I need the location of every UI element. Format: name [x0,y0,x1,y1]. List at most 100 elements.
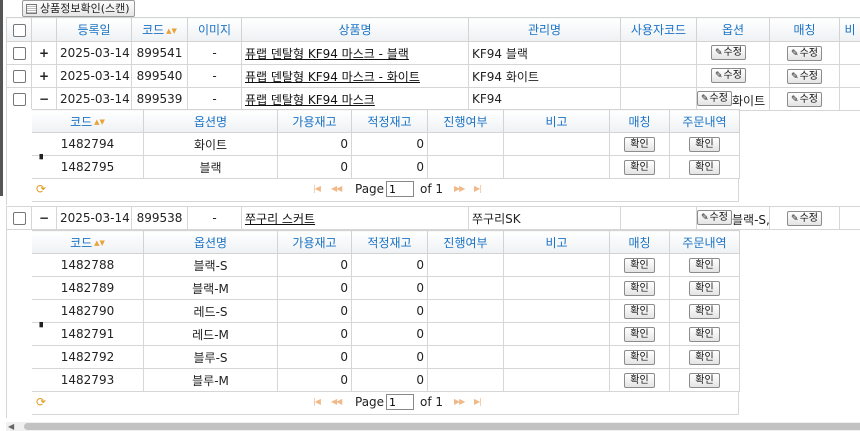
refresh-icon[interactable]: ⟳ [36,182,46,196]
subcol-4[interactable]: 진행여부 [427,109,504,133]
first-page-icon[interactable]: |◀ [313,397,321,406]
product-name-link[interactable]: 쭈구리 스커트 [245,212,315,226]
col-user-code[interactable]: 사용자코드 [620,17,697,42]
scan-product-info-button[interactable]: 상품정보확인(스캔) [22,0,135,17]
row-select-cell[interactable] [6,87,32,111]
matching-edit-button[interactable]: ✎수정 [787,45,822,61]
option-edit-button[interactable]: ✎수정 [711,45,746,60]
product-name-link[interactable]: 퓨랩 덴탈형 KF94 마스크 - 블랙 [245,47,409,61]
subcol-2[interactable]: 가용재고 [277,230,352,254]
order-history-confirm-button[interactable]: 확인 [689,372,720,388]
left-splitter-bar[interactable] [0,0,3,196]
prev-page-icon[interactable]: ◀◀ [331,397,342,406]
option-row[interactable]: 1482792 블루-S 0 0 확인 확인 [31,345,740,369]
subcol-5[interactable]: 비고 [503,230,610,254]
option-row[interactable]: 1482793 블루-M 0 0 확인 확인 [31,368,740,392]
order-history-confirm-button[interactable]: 확인 [689,303,720,319]
expand-toggle-icon[interactable]: − [31,206,57,230]
row-checkbox[interactable] [12,212,26,225]
col-more[interactable]: 비 [839,17,860,42]
sort-icon[interactable]: ▲▼ [94,239,105,247]
col-date[interactable]: 등록일 [56,17,132,42]
option-edit-button[interactable]: ✎수정 [697,210,732,225]
matching-confirm-button[interactable]: 확인 [624,257,655,273]
product-row[interactable]: −2025-03-14 899538- 쭈구리 스커트 쭈구리SK ✎수정 블랙-S, ✎수… [6,206,860,230]
sort-icon[interactable]: ▲▼ [166,27,177,35]
subcol-2[interactable]: 가용재고 [277,109,352,133]
subcol-4[interactable]: 진행여부 [427,230,504,254]
col-matching[interactable]: 매칭 [769,17,840,42]
col-image[interactable]: 이미지 [187,17,242,42]
matching-confirm-button[interactable]: 확인 [624,349,655,365]
row-checkbox[interactable] [12,70,26,83]
expand-toggle-icon[interactable]: − [31,87,57,111]
matching-edit-button[interactable]: ✎수정 [787,68,822,84]
option-edit-button[interactable]: ✎수정 [711,68,746,83]
product-name-link[interactable]: 퓨랩 덴탈형 KF94 마스크 - 화이트 [245,70,420,84]
first-page-icon[interactable]: |◀ [313,184,321,193]
select-all-header[interactable] [6,17,32,42]
last-page-icon[interactable]: ▶| [474,184,482,193]
order-history-confirm-button[interactable]: 확인 [689,136,720,152]
last-page-icon[interactable]: ▶| [474,397,482,406]
order-history-confirm-button[interactable]: 확인 [689,257,720,273]
product-name-link[interactable]: 퓨랩 덴탈형 KF94 마스크 [245,93,375,107]
product-row[interactable]: −2025-03-14 899539- 퓨랩 덴탈형 KF94 마스크 KF94 ✎수정… [6,87,860,111]
col-manage-name[interactable]: 관리명 [468,17,621,42]
product-row[interactable]: +2025-03-14 899540- 퓨랩 덴탈형 KF94 마스크 - 화이트 K… [6,64,860,88]
col-product-name[interactable]: 상품명 [241,17,469,42]
subcol-1[interactable]: 옵션명 [143,109,278,133]
matching-confirm-button[interactable]: 확인 [624,136,655,152]
matching-confirm-button[interactable]: 확인 [624,326,655,342]
matching-confirm-button[interactable]: 확인 [624,303,655,319]
subcol-5[interactable]: 비고 [503,109,610,133]
order-history-confirm-button[interactable]: 확인 [689,326,720,342]
scroll-left-icon[interactable]: ◀ [8,422,14,431]
matching-edit-button[interactable]: ✎수정 [787,210,822,226]
option-row[interactable]: 1482788 블랙-S 0 0 확인 확인 [31,253,740,277]
select-all-checkbox[interactable] [12,23,26,37]
subcol-6[interactable]: 매칭 [609,230,670,254]
option-row[interactable]: 1482794 화이트 0 0 확인 확인 [31,132,740,156]
next-page-icon[interactable]: ▶▶ [454,397,465,406]
subcol-3[interactable]: 적정재고 [351,230,428,254]
order-history-confirm-button[interactable]: 확인 [689,349,720,365]
order-history-confirm-button[interactable]: 확인 [689,159,720,175]
col-option[interactable]: 옵션 [696,17,770,42]
next-page-icon[interactable]: ▶▶ [454,184,465,193]
option-row[interactable]: 1482791 레드-M 0 0 확인 확인 [31,322,740,346]
subcol-7[interactable]: 주문내역 [669,109,740,133]
row-checkbox[interactable] [12,47,26,60]
option-row[interactable]: 1482790 레드-S 0 0 확인 확인 [31,299,740,323]
option-edit-label: 수정 [723,47,742,58]
option-edit-button[interactable]: ✎수정 [697,91,732,106]
row-select-cell[interactable] [6,206,32,230]
matching-edit-button[interactable]: ✎수정 [787,91,822,107]
subcol-0[interactable]: 코드 ▲▼ [31,230,144,254]
subcol-3[interactable]: 적정재고 [351,109,428,133]
subcol-1[interactable]: 옵션명 [143,230,278,254]
scrollbar-thumb[interactable] [24,423,860,430]
row-select-cell[interactable] [6,64,32,88]
matching-confirm-button[interactable]: 확인 [624,159,655,175]
expand-toggle-icon[interactable]: + [31,41,57,65]
subcol-0[interactable]: 코드 ▲▼ [31,109,144,133]
matching-confirm-button[interactable]: 확인 [624,280,655,296]
expand-toggle-icon[interactable]: + [31,64,57,88]
option-row[interactable]: 1482789 블랙-M 0 0 확인 확인 [31,276,740,300]
subcol-7[interactable]: 주문내역 [669,230,740,254]
refresh-icon[interactable]: ⟳ [36,395,46,409]
page-number-input[interactable] [386,394,414,410]
col-code[interactable]: 코드 ▲▼ [131,17,188,42]
prev-page-icon[interactable]: ◀◀ [331,184,342,193]
page-number-input[interactable] [386,181,414,197]
horizontal-scrollbar[interactable]: ◀ [6,422,860,431]
sort-icon[interactable]: ▲▼ [94,118,105,126]
subcol-6[interactable]: 매칭 [609,109,670,133]
matching-confirm-button[interactable]: 확인 [624,372,655,388]
option-row[interactable]: 1482795 블랙 0 0 확인 확인 [31,155,740,179]
row-checkbox[interactable] [12,93,26,106]
row-select-cell[interactable] [6,41,32,65]
product-row[interactable]: +2025-03-14 899541- 퓨랩 덴탈형 KF94 마스크 - 블랙 KF… [6,41,860,65]
order-history-confirm-button[interactable]: 확인 [689,280,720,296]
